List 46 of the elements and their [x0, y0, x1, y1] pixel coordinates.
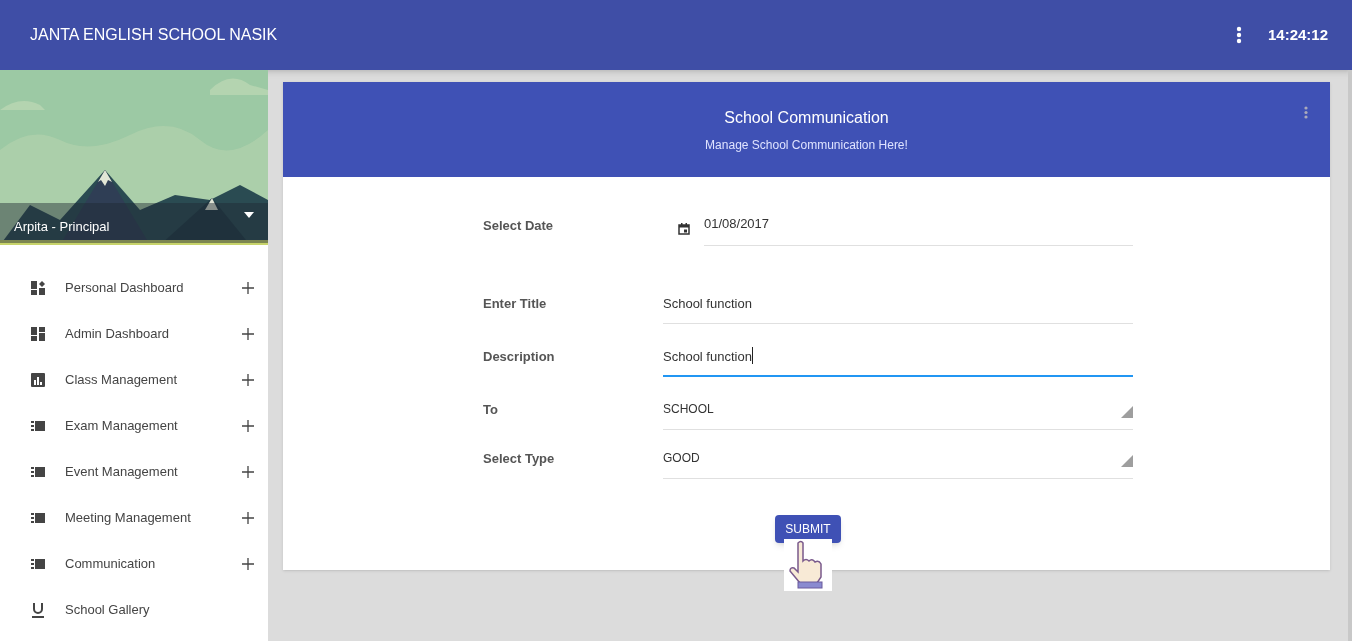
- plus-icon[interactable]: [242, 328, 254, 340]
- dashboard-icon: [30, 280, 46, 296]
- list-icon: [30, 510, 46, 526]
- select-field[interactable]: SCHOOL: [663, 396, 1133, 430]
- underline-icon: [30, 602, 46, 618]
- plus-icon[interactable]: [242, 466, 254, 478]
- more-icon[interactable]: [1235, 26, 1242, 44]
- plus-icon[interactable]: [242, 558, 254, 570]
- sidebar-item[interactable]: Personal Dashboard: [0, 265, 268, 311]
- card-subtitle: Manage School Communication Here!: [705, 137, 908, 154]
- sidebar-item[interactable]: Meeting Management: [0, 495, 268, 541]
- dashboard-icon: [30, 326, 46, 342]
- text-field[interactable]: School function: [663, 290, 1133, 324]
- chart-icon: [30, 372, 46, 388]
- field-label: Enter Title: [483, 295, 548, 313]
- date-field[interactable]: 01/08/2017: [704, 212, 1133, 246]
- dropdown-triangle-icon: [1121, 406, 1133, 418]
- card-title: School Communication: [724, 108, 889, 128]
- dropdown-triangle-icon: [1121, 455, 1133, 467]
- user-name: Arpita - Principal: [14, 218, 111, 237]
- list-icon: [30, 556, 46, 572]
- sidebar-item[interactable]: Exam Management: [0, 403, 268, 449]
- sidebar-item[interactable]: Event Management: [0, 449, 268, 495]
- more-icon[interactable]: [1304, 106, 1308, 119]
- plus-icon[interactable]: [242, 420, 254, 432]
- plus-icon[interactable]: [242, 374, 254, 386]
- calendar-icon: [678, 223, 690, 235]
- field-label: To: [483, 401, 499, 419]
- sidebar-item[interactable]: School Gallery: [0, 587, 268, 633]
- plus-icon[interactable]: [242, 512, 254, 524]
- field-label: Select Date: [483, 217, 555, 235]
- app-title: JANTA ENGLISH SCHOOL NASIK: [30, 25, 279, 45]
- sidebar-item[interactable]: Class Management: [0, 357, 268, 403]
- clock: 14:24:12: [1267, 24, 1328, 45]
- field-label: Description: [483, 348, 556, 366]
- submit-button[interactable]: SUBMIT: [775, 515, 841, 543]
- plus-icon[interactable]: [242, 282, 254, 294]
- sidebar-item[interactable]: Communication: [0, 541, 268, 587]
- list-icon: [30, 464, 46, 480]
- field-label: Select Type: [483, 450, 556, 468]
- select-field[interactable]: GOOD: [663, 445, 1133, 479]
- caret-icon: [244, 212, 254, 218]
- sidebar-item[interactable]: Admin Dashboard: [0, 311, 268, 357]
- user-bar[interactable]: Arpita - Principal: [0, 203, 268, 243]
- text-field[interactable]: School function: [663, 343, 1133, 377]
- list-icon: [30, 418, 46, 434]
